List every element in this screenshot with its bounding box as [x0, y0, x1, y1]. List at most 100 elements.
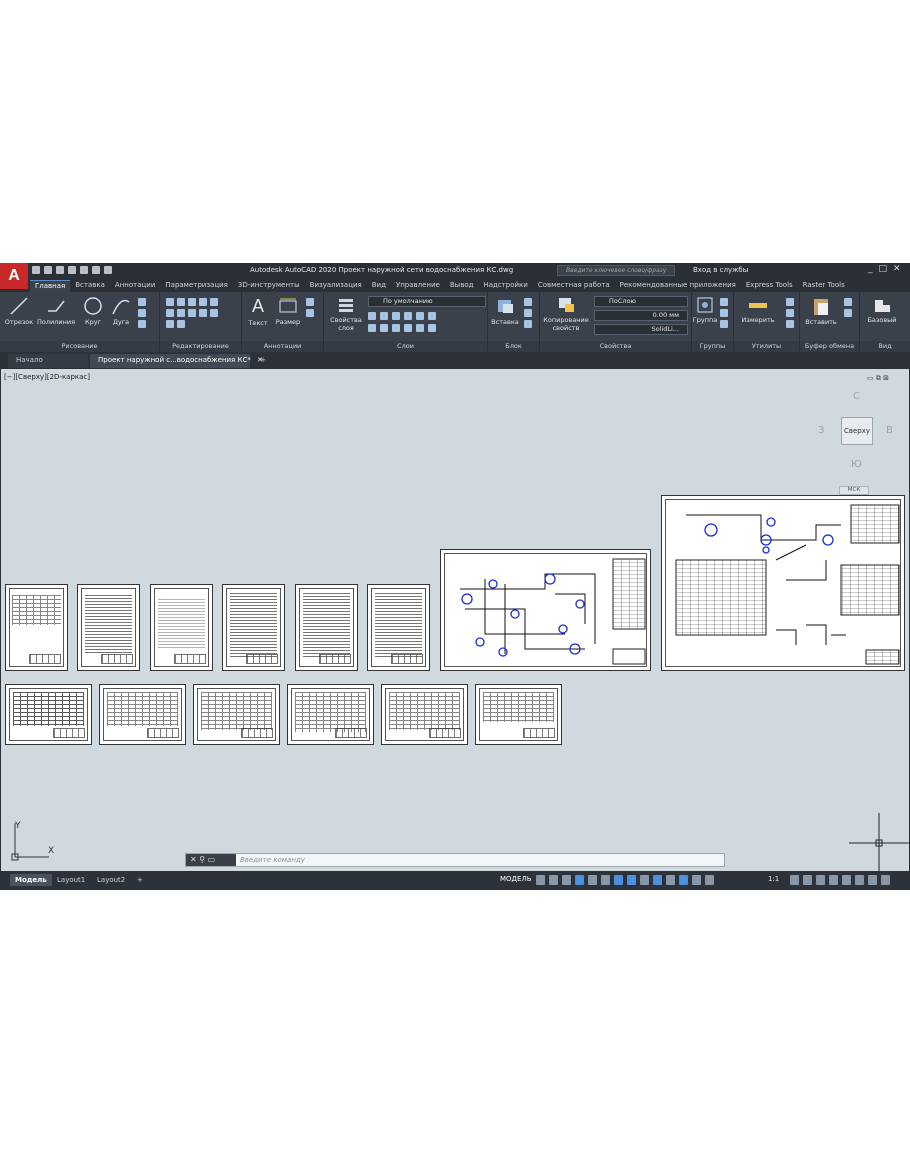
ribbon-tab[interactable]: Raster Tools: [798, 280, 850, 292]
circle-tool[interactable]: Круг: [80, 296, 106, 326]
attribute-icon[interactable]: [524, 320, 532, 328]
move-icon[interactable]: [166, 298, 174, 306]
group-edit-icon[interactable]: [720, 309, 728, 317]
layer-unlock-icon[interactable]: [428, 324, 436, 332]
group-tool[interactable]: Группа: [692, 296, 718, 324]
redo-icon[interactable]: [104, 266, 112, 274]
copy-icon[interactable]: [210, 298, 218, 306]
calculator-icon[interactable]: [786, 320, 794, 328]
ribbon-tab[interactable]: Вставка: [70, 280, 110, 292]
model-space-toggle[interactable]: МОДЕЛЬ: [500, 875, 532, 883]
dynamic-ucs-icon[interactable]: [666, 875, 675, 885]
tab-model[interactable]: Модель: [10, 874, 52, 886]
tab-layout2[interactable]: Layout2: [92, 874, 130, 886]
compass-west[interactable]: З: [818, 425, 824, 436]
ellipse-icon[interactable]: [138, 309, 146, 317]
panel-title-modify[interactable]: Редактирование: [160, 341, 241, 352]
drawing-sheet-table[interactable]: [381, 684, 468, 745]
table-icon[interactable]: [306, 309, 314, 317]
copy-clip-icon[interactable]: [844, 309, 852, 317]
ribbon-tab[interactable]: Визуализация: [305, 280, 367, 292]
viewport-close-icon[interactable]: ⊠: [883, 374, 889, 382]
explode-icon[interactable]: [188, 309, 196, 317]
search-input[interactable]: Введите ключевое слово/фразу: [557, 265, 675, 276]
drawing-sheet[interactable]: [150, 584, 213, 671]
save-as-icon[interactable]: [68, 266, 76, 274]
view-cube[interactable]: Сверху: [841, 417, 873, 445]
layer-freeze-icon[interactable]: [380, 312, 388, 320]
panel-title-layers[interactable]: Слои: [324, 341, 487, 352]
color-dropdown[interactable]: ПоСлою: [594, 296, 688, 307]
panel-title-annotation[interactable]: Аннотации: [242, 341, 323, 352]
array-icon[interactable]: [166, 320, 174, 328]
save-icon[interactable]: [56, 266, 64, 274]
drawing-sheet-profile[interactable]: [661, 495, 905, 671]
line-tool[interactable]: Отрезок: [4, 296, 34, 326]
drawing-sheet-scheme[interactable]: [440, 549, 651, 671]
quick-select-icon[interactable]: [786, 298, 794, 306]
drawing-sheet[interactable]: [367, 584, 430, 671]
ribbon-tab[interactable]: Совместная работа: [533, 280, 615, 292]
layer-merge-icon[interactable]: [380, 324, 388, 332]
layer-walk-icon[interactable]: [368, 324, 376, 332]
panel-title-view[interactable]: Вид: [860, 341, 910, 352]
annotation-scale[interactable]: 1:1: [768, 875, 779, 883]
annotation-monitor-icon[interactable]: [803, 875, 812, 885]
layer-previous-icon[interactable]: [428, 312, 436, 320]
transparency-icon[interactable]: [640, 875, 649, 885]
ribbon-tab[interactable]: Параметризация: [160, 280, 232, 292]
ortho-icon[interactable]: [562, 875, 571, 885]
tab-layout1[interactable]: Layout1: [52, 874, 90, 886]
text-tool[interactable]: A Текст: [246, 296, 270, 327]
hardware-acceleration-icon[interactable]: [855, 875, 864, 885]
snap-icon[interactable]: [549, 875, 558, 885]
add-layout-button[interactable]: +: [132, 874, 148, 886]
selection-cycling-icon[interactable]: [653, 875, 662, 885]
signin-button[interactable]: Вход в службы: [693, 266, 748, 274]
clean-screen-icon[interactable]: [868, 875, 877, 885]
layer-isolate-icon[interactable]: [404, 312, 412, 320]
command-close-icon[interactable]: ✕: [190, 855, 197, 864]
isodraft-icon[interactable]: [588, 875, 597, 885]
workspace-gear-icon[interactable]: [790, 875, 799, 885]
auto-scale-icon[interactable]: [692, 875, 701, 885]
undo-icon[interactable]: [92, 266, 100, 274]
ribbon-tab[interactable]: Вывод: [445, 280, 479, 292]
command-recent-icon[interactable]: ▭: [208, 855, 216, 864]
stretch-icon[interactable]: [199, 309, 207, 317]
dimension-tool[interactable]: Размер: [274, 296, 302, 326]
object-snap-icon[interactable]: [614, 875, 623, 885]
drawing-sheet-table[interactable]: [287, 684, 374, 745]
create-block-icon[interactable]: [524, 298, 532, 306]
panel-title-draw[interactable]: Рисование: [0, 341, 159, 352]
select-all-icon[interactable]: [786, 309, 794, 317]
minimize-icon[interactable]: _: [868, 264, 873, 274]
viewport-controls-label[interactable]: [−][Сверху][2D-каркас]: [4, 373, 90, 381]
new-tab-button[interactable]: +: [256, 354, 270, 368]
paste-tool[interactable]: Вставить: [804, 296, 838, 326]
layer-thaw-icon[interactable]: [416, 324, 424, 332]
ribbon-tab[interactable]: Управление: [391, 280, 445, 292]
drawing-sheet[interactable]: [295, 584, 358, 671]
insert-block-tool[interactable]: Вставка: [490, 296, 520, 326]
ribbon-tab[interactable]: Вид: [367, 280, 391, 292]
ribbon-tab[interactable]: Надстройки: [478, 280, 532, 292]
isolate-objects-icon[interactable]: [842, 875, 851, 885]
annotation-scale-icon[interactable]: [705, 875, 714, 885]
panel-title-clipboard[interactable]: Буфер обмена: [800, 341, 859, 352]
layer-on-icon[interactable]: [368, 312, 376, 320]
close-icon[interactable]: ✕: [893, 264, 901, 274]
compass-east[interactable]: В: [886, 425, 893, 436]
rotate-icon[interactable]: [177, 298, 185, 306]
fillet-icon[interactable]: [177, 309, 185, 317]
viewport-minimize-icon[interactable]: ▭: [867, 374, 874, 382]
panel-title-properties[interactable]: Свойства: [540, 341, 691, 352]
tab-document[interactable]: Проект наружной с...водоснабжения КС* ✕: [90, 354, 263, 368]
drawing-sheet-table[interactable]: [5, 684, 92, 745]
layer-dropdown[interactable]: По умолчанию: [368, 296, 486, 307]
drawing-sheet[interactable]: [222, 584, 285, 671]
ribbon-tab[interactable]: Рекомендованные приложения: [615, 280, 741, 292]
annotation-visibility-icon[interactable]: [679, 875, 688, 885]
ribbon-tab[interactable]: 3D-инструменты: [233, 280, 305, 292]
command-line[interactable]: ✕ ⚲ ▭ Введите команду: [185, 853, 725, 867]
